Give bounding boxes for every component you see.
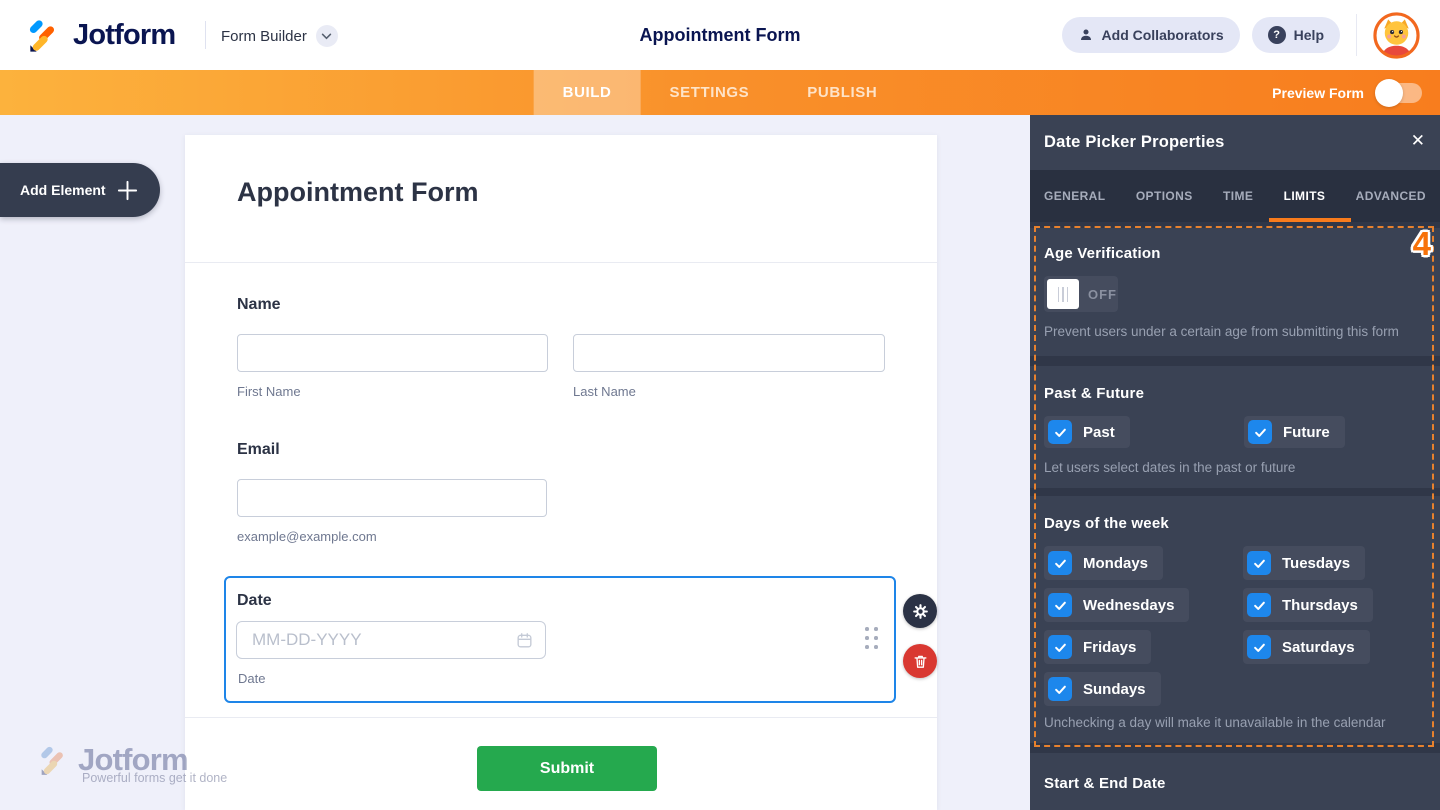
add-element-label: Add Element: [20, 182, 106, 198]
active-tab-underline: [1269, 218, 1351, 222]
email-input[interactable]: [237, 479, 547, 517]
chevron-down-icon: [316, 25, 338, 47]
panel-header: Date Picker Properties ✕: [1030, 115, 1440, 170]
checkbox-past[interactable]: Past: [1044, 416, 1130, 448]
brand-wordmark: Jotform: [73, 19, 175, 52]
toggle-off-label: OFF: [1088, 287, 1117, 302]
builder-canvas: Add Element Appointment Form Name First …: [0, 115, 1030, 810]
form-builder-dropdown[interactable]: Form Builder: [221, 25, 338, 47]
section-past-future: Past & Future Past Future Let users sele…: [1030, 366, 1440, 488]
calendar-icon[interactable]: [515, 631, 534, 650]
last-name-sublabel: Last Name: [573, 384, 636, 399]
panel-tab-options[interactable]: OPTIONS: [1136, 189, 1193, 203]
tab-settings[interactable]: SETTINGS: [640, 70, 778, 115]
checkbox-saturdays[interactable]: Saturdays: [1243, 630, 1370, 664]
checkbox-mondays[interactable]: Mondays: [1044, 546, 1163, 580]
preview-form-label: Preview Form: [1272, 85, 1364, 101]
step-badge: 4: [1413, 225, 1431, 263]
add-element-button[interactable]: Add Element: [0, 163, 160, 217]
gear-icon: [911, 602, 930, 621]
toggle-knob: [1047, 279, 1079, 309]
age-verification-heading: Age Verification: [1044, 245, 1161, 262]
checked-checkbox-icon: [1048, 635, 1072, 659]
checked-checkbox-icon: [1247, 635, 1271, 659]
header-divider-2: [1356, 14, 1357, 56]
jotform-watermark-icon: [36, 743, 70, 777]
age-verification-toggle[interactable]: OFF: [1044, 276, 1118, 312]
field-settings-button[interactable]: [903, 594, 937, 628]
jotform-logo[interactable]: Jotform: [24, 16, 175, 54]
checked-checkbox-icon: [1247, 593, 1271, 617]
tab-publish[interactable]: PUBLISH: [778, 70, 906, 115]
avatar[interactable]: [1373, 12, 1420, 59]
submit-button[interactable]: Submit: [477, 746, 657, 791]
date-picker-properties-panel: Date Picker Properties ✕ GENERAL OPTIONS…: [1030, 115, 1440, 810]
date-field-label[interactable]: Date: [237, 592, 272, 610]
product-label: Form Builder: [221, 28, 307, 45]
panel-tab-advanced[interactable]: ADVANCED: [1356, 189, 1426, 203]
panel-tab-general[interactable]: GENERAL: [1044, 189, 1105, 203]
date-field-selected[interactable]: Date Date: [224, 576, 896, 703]
jotform-logo-icon: [24, 16, 62, 54]
question-icon: ?: [1268, 26, 1286, 44]
panel-tab-time[interactable]: TIME: [1223, 189, 1253, 203]
email-sublabel: example@example.com: [237, 529, 377, 544]
tab-build[interactable]: BUILD: [534, 70, 641, 115]
divider: [185, 262, 937, 263]
checkbox-sundays[interactable]: Sundays: [1044, 672, 1161, 706]
past-future-description: Let users select dates in the past or fu…: [1044, 460, 1295, 475]
checked-checkbox-icon: [1048, 593, 1072, 617]
first-name-sublabel: First Name: [237, 384, 301, 399]
app-header: Jotform Form Builder Appointment Form Ad…: [0, 0, 1440, 70]
name-field-label[interactable]: Name: [237, 296, 281, 314]
builder-nav: BUILD SETTINGS PUBLISH Preview Form: [0, 70, 1440, 115]
checked-checkbox-icon: [1048, 677, 1072, 701]
close-icon[interactable]: ✕: [1411, 132, 1425, 149]
age-verification-description: Prevent users under a certain age from s…: [1044, 324, 1399, 339]
checked-checkbox-icon: [1048, 551, 1072, 575]
drag-handle[interactable]: [865, 627, 878, 649]
jotform-watermark[interactable]: Jotform Powerful forms get it done: [36, 742, 227, 785]
date-input[interactable]: [236, 621, 546, 659]
form-title[interactable]: Appointment Form: [237, 177, 478, 208]
field-delete-button[interactable]: [903, 644, 937, 678]
trash-icon: [912, 653, 929, 670]
add-collaborators-button[interactable]: Add Collaborators: [1062, 17, 1240, 53]
last-name-input[interactable]: [573, 334, 885, 372]
plus-icon: [116, 179, 139, 202]
past-future-heading: Past & Future: [1044, 385, 1144, 402]
checkbox-fridays[interactable]: Fridays: [1044, 630, 1151, 664]
header-divider: [205, 21, 206, 49]
panel-title: Date Picker Properties: [1044, 133, 1225, 152]
first-name-input[interactable]: [237, 334, 548, 372]
add-collaborators-label: Add Collaborators: [1102, 27, 1224, 43]
section-age-verification: Age Verification OFF Prevent users under…: [1030, 228, 1440, 356]
checkbox-wednesdays[interactable]: Wednesdays: [1044, 588, 1189, 622]
help-label: Help: [1294, 27, 1324, 43]
help-button[interactable]: ? Help: [1252, 17, 1340, 53]
checked-checkbox-icon: [1048, 420, 1072, 444]
days-of-week-heading: Days of the week: [1044, 515, 1169, 532]
checkbox-thursdays[interactable]: Thursdays: [1243, 588, 1373, 622]
start-end-date-heading: Start & End Date: [1044, 775, 1166, 792]
email-field-label[interactable]: Email: [237, 441, 280, 459]
form-card: Appointment Form Name First Name Last Na…: [185, 135, 937, 810]
checked-checkbox-icon: [1248, 420, 1272, 444]
divider: [185, 717, 937, 718]
section-days-of-week: Days of the week Mondays Tuesdays Wednes…: [1030, 496, 1440, 743]
panel-tabs: GENERAL OPTIONS TIME LIMITS ADVANCED: [1030, 170, 1440, 222]
checked-checkbox-icon: [1247, 551, 1271, 575]
checkbox-future[interactable]: Future: [1244, 416, 1345, 448]
page-title: Appointment Form: [640, 25, 801, 46]
date-sublabel: Date: [238, 671, 265, 686]
person-icon: [1078, 27, 1094, 43]
watermark-tagline: Powerful forms get it done: [82, 771, 227, 785]
days-of-week-description: Unchecking a day will make it unavailabl…: [1044, 715, 1385, 730]
section-start-end-date: Start & End Date: [1030, 753, 1440, 810]
preview-form-toggle[interactable]: [1375, 79, 1422, 107]
checkbox-tuesdays[interactable]: Tuesdays: [1243, 546, 1365, 580]
panel-tab-limits[interactable]: LIMITS: [1284, 189, 1326, 203]
